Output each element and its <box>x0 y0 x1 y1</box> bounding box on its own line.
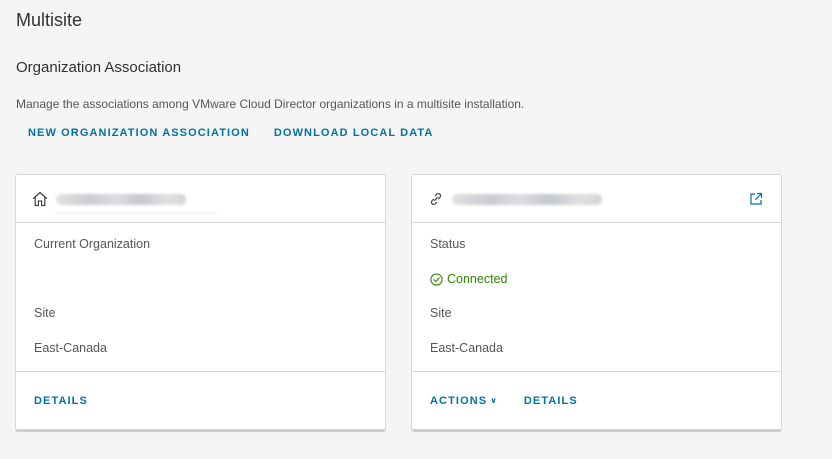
download-local-data-button[interactable]: DOWNLOAD LOCAL DATA <box>274 127 434 139</box>
current-organization-label: Current Organization <box>34 237 151 251</box>
section-description: Manage the associations among VMware Clo… <box>16 97 525 111</box>
card-header <box>412 175 781 223</box>
chevron-down-icon: ∨ <box>490 396 498 405</box>
new-organization-association-button[interactable]: NEW ORGANIZATION ASSOCIATION <box>28 127 250 139</box>
details-button[interactable]: DETAILS <box>34 395 88 407</box>
status-label: Status <box>430 237 466 251</box>
site-value: East-Canada <box>430 341 503 355</box>
details-button[interactable]: DETAILS <box>524 395 578 407</box>
card-footer: DETAILS <box>16 371 385 431</box>
page-title: Multisite <box>16 10 83 30</box>
toolbar: NEW ORGANIZATION ASSOCIATION DOWNLOAD LO… <box>28 127 433 139</box>
site-value: East-Canada <box>34 341 107 355</box>
actions-label: ACTIONS <box>430 395 488 407</box>
associated-organization-card: Status Connected Site East-Canada ACTION… <box>411 174 782 432</box>
site-label: Site <box>430 306 452 320</box>
home-icon <box>32 191 48 207</box>
section-title: Organization Association <box>16 59 182 76</box>
status-value: Connected <box>430 272 507 286</box>
multisite-page: Multisite Organization Association Manag… <box>0 0 832 459</box>
external-link-icon[interactable] <box>749 192 763 206</box>
card-header <box>16 175 385 223</box>
link-icon <box>430 193 442 205</box>
local-organization-card: Current Organization Site East-Canada DE… <box>15 174 386 432</box>
card-footer: ACTIONS ∨ DETAILS <box>412 371 781 431</box>
organization-name-redacted <box>56 194 216 214</box>
site-label: Site <box>34 306 56 320</box>
check-circle-icon <box>430 272 443 286</box>
organization-name-redacted <box>452 194 602 205</box>
status-text: Connected <box>447 272 508 286</box>
actions-dropdown[interactable]: ACTIONS ∨ <box>430 395 498 407</box>
